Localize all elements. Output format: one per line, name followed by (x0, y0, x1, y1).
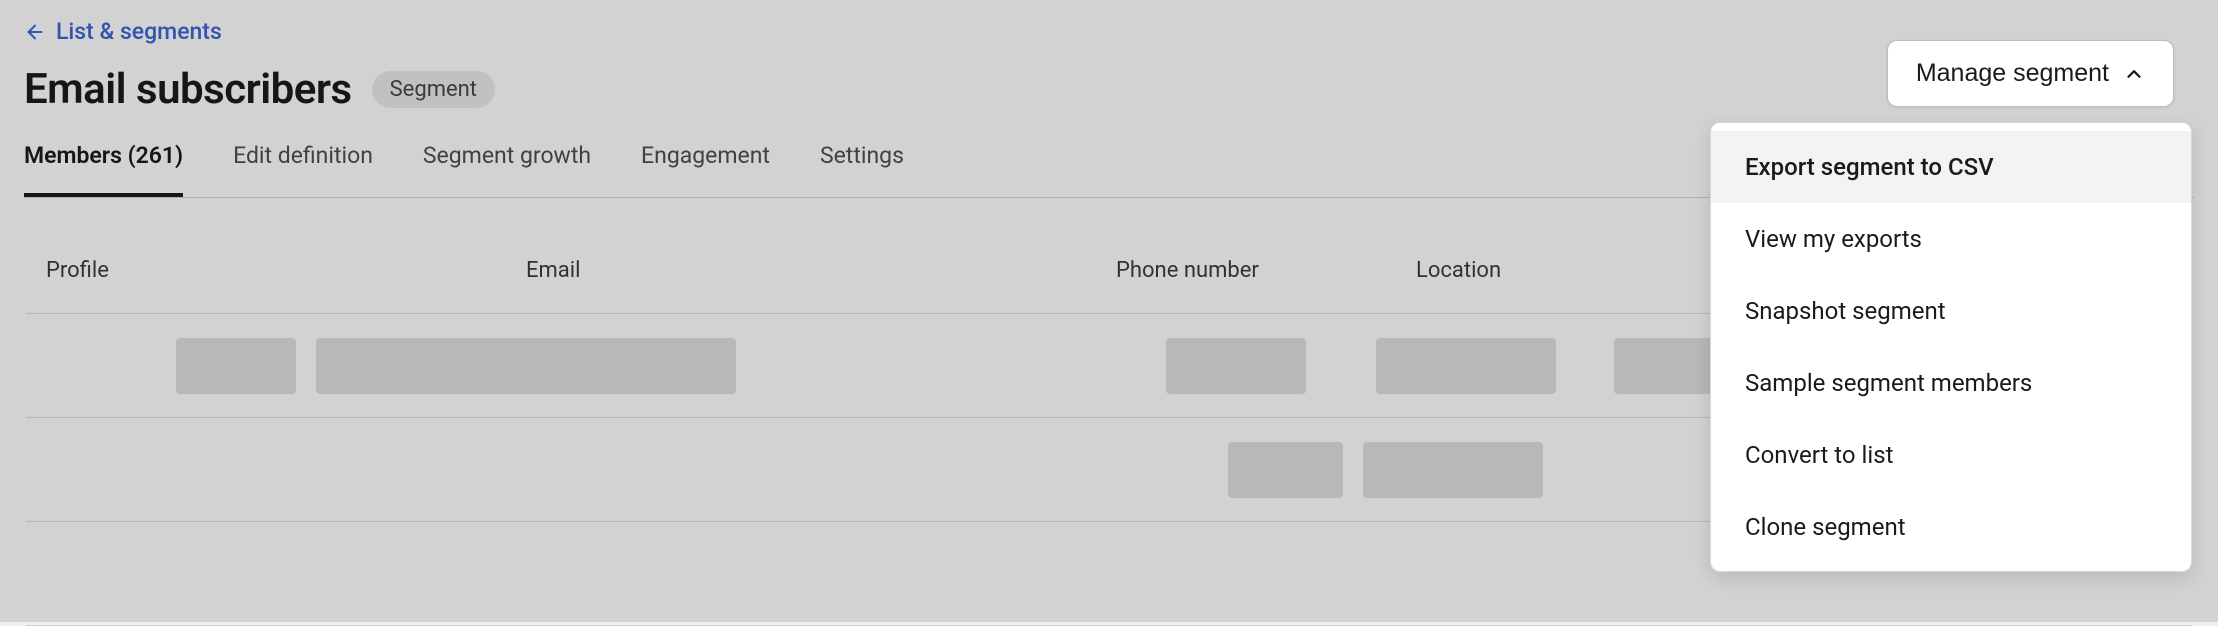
column-header-profile: Profile (46, 258, 526, 283)
tab-edit-definition[interactable]: Edit definition (233, 142, 373, 197)
tab-segment-growth[interactable]: Segment growth (423, 142, 591, 197)
skeleton-placeholder (1166, 338, 1306, 394)
menu-item-clone-segment[interactable]: Clone segment (1711, 491, 2191, 563)
menu-item-sample-members[interactable]: Sample segment members (1711, 347, 2191, 419)
menu-item-view-exports[interactable]: View my exports (1711, 203, 2191, 275)
breadcrumb-back[interactable]: List & segments (24, 18, 222, 45)
tab-engagement[interactable]: Engagement (641, 142, 770, 197)
manage-segment-button[interactable]: Manage segment (1887, 40, 2174, 107)
skeleton-placeholder (1228, 442, 1343, 498)
arrow-left-icon (24, 21, 46, 43)
skeleton-placeholder (1363, 442, 1543, 498)
menu-item-snapshot-segment[interactable]: Snapshot segment (1711, 275, 2191, 347)
skeleton-placeholder (316, 338, 736, 394)
menu-item-export-csv[interactable]: Export segment to CSV (1711, 131, 2191, 203)
tab-settings[interactable]: Settings (820, 142, 904, 197)
menu-item-convert-to-list[interactable]: Convert to list (1711, 419, 2191, 491)
skeleton-placeholder (176, 338, 296, 394)
column-header-phone: Phone number (1116, 258, 1416, 283)
segment-badge: Segment (372, 71, 495, 108)
manage-segment-label: Manage segment (1916, 59, 2109, 88)
page-title: Email subscribers (24, 65, 352, 114)
breadcrumb-label: List & segments (56, 18, 222, 45)
manage-segment-dropdown: Export segment to CSV View my exports Sn… (1710, 122, 2192, 572)
skeleton-placeholder (1376, 338, 1556, 394)
column-header-email: Email (526, 258, 1116, 283)
chevron-up-icon (2123, 63, 2145, 85)
tab-members[interactable]: Members (261) (24, 142, 183, 197)
